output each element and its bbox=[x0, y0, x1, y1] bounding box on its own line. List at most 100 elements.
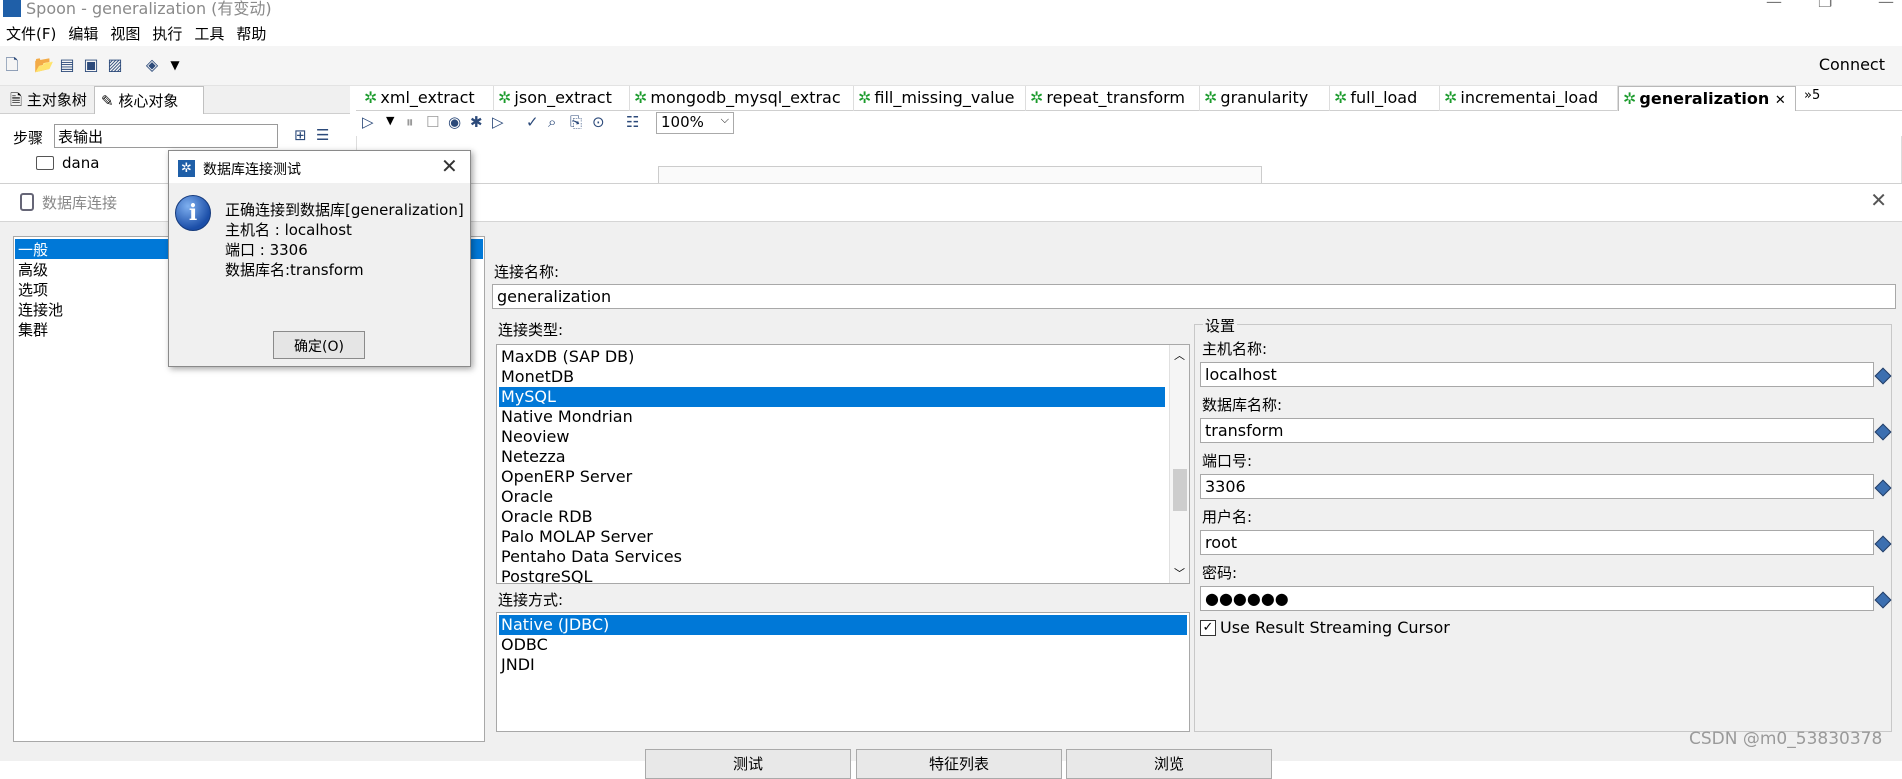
category-advanced[interactable]: 高级 bbox=[18, 259, 48, 279]
preview-icon[interactable]: ◉ bbox=[448, 113, 461, 131]
list-item[interactable]: Native Mondrian bbox=[501, 407, 633, 427]
tab-label: granularity bbox=[1220, 88, 1309, 107]
connection-type-label: 连接类型: bbox=[498, 321, 564, 339]
port-input[interactable] bbox=[1200, 474, 1874, 499]
menu-edit[interactable]: 编辑 bbox=[62, 18, 104, 44]
database-name-input[interactable] bbox=[1200, 418, 1874, 443]
explore-icon[interactable]: ▤ bbox=[58, 56, 76, 74]
list-item[interactable]: Neoview bbox=[501, 427, 569, 447]
run-dropdown-icon[interactable]: ▼ bbox=[386, 114, 394, 127]
close-icon[interactable]: ✕ bbox=[441, 154, 458, 178]
minimize-button[interactable]: — bbox=[1766, 0, 1782, 11]
list-item[interactable]: OpenERP Server bbox=[501, 467, 632, 487]
save-icon[interactable]: ▣ bbox=[82, 56, 100, 74]
list-item[interactable]: MonetDB bbox=[501, 367, 574, 387]
list-item[interactable]: Oracle bbox=[501, 487, 553, 507]
feature-list-button[interactable]: 特征列表 bbox=[856, 749, 1062, 779]
username-input[interactable] bbox=[1200, 530, 1874, 555]
database-icon bbox=[20, 193, 34, 211]
new-file-icon[interactable]: 🗋 bbox=[3, 56, 21, 74]
debug-icon[interactable]: ✱ bbox=[470, 113, 483, 131]
category-cluster[interactable]: 集群 bbox=[18, 319, 48, 339]
verify-icon[interactable]: ✓ bbox=[526, 113, 539, 131]
message-line: 数据库名:transform bbox=[225, 261, 364, 279]
category-options[interactable]: 选项 bbox=[18, 279, 48, 299]
menu-help[interactable]: 帮助 bbox=[230, 18, 272, 44]
steps-search-input[interactable] bbox=[54, 124, 278, 148]
host-input[interactable] bbox=[1200, 362, 1874, 387]
close-window-button[interactable]: — bbox=[1878, 0, 1894, 11]
test-button[interactable]: 测试 bbox=[645, 749, 851, 779]
username-label: 用户名: bbox=[1202, 508, 1253, 526]
password-input[interactable] bbox=[1200, 586, 1874, 611]
connect-button[interactable]: Connect bbox=[1819, 55, 1885, 74]
expand-tree-icon[interactable]: ⊞ bbox=[294, 126, 307, 144]
list-item[interactable]: PostgreSQL bbox=[501, 567, 592, 583]
host-label: 主机名称: bbox=[1202, 340, 1268, 358]
window-title: Spoon - generalization (有变动) bbox=[26, 0, 272, 18]
list-item[interactable]: Pentaho Data Services bbox=[501, 547, 682, 567]
tab-core-objects-label: 核心对象 bbox=[118, 92, 179, 110]
impact-icon[interactable]: ⌕ bbox=[548, 113, 556, 131]
grid-icon[interactable]: ☷ bbox=[626, 113, 639, 131]
more-tabs-button[interactable]: »5 bbox=[1804, 88, 1820, 103]
explore-db-icon[interactable]: ⊙ bbox=[592, 113, 605, 131]
zoom-select[interactable]: 100% ⌵ bbox=[656, 112, 734, 134]
tab-granularity[interactable]: ✲ granularity bbox=[1200, 86, 1330, 111]
list-item[interactable]: JNDI bbox=[501, 655, 535, 675]
pause-icon[interactable]: ⏸ bbox=[406, 113, 414, 131]
restore-button[interactable]: ❐ bbox=[1818, 0, 1832, 11]
tab-json-extract[interactable]: ✲ json_extract bbox=[494, 86, 630, 111]
menu-file[interactable]: 文件(F) bbox=[0, 18, 62, 44]
tab-repeat-transform[interactable]: ✲ repeat_transform bbox=[1026, 86, 1200, 111]
collapse-tree-icon[interactable]: ☰ bbox=[316, 126, 329, 144]
tab-incrementai-load[interactable]: ✲ incrementai_load bbox=[1440, 86, 1618, 111]
tab-mongodb-mysql-extract[interactable]: ✲ mongodb_mysql_extrac bbox=[630, 86, 854, 111]
save-as-icon[interactable]: ▨ bbox=[106, 56, 124, 74]
list-item-selected[interactable]: Native (JDBC) bbox=[499, 615, 1187, 635]
menu-run[interactable]: 执行 bbox=[146, 18, 188, 44]
stop-icon[interactable]: ☐ bbox=[426, 113, 439, 131]
tab-main-tree[interactable]: 🗎 主对象树 bbox=[4, 86, 93, 114]
tab-xml-extract[interactable]: ✲ xml_extract bbox=[360, 86, 494, 111]
explore-button[interactable]: 浏览 bbox=[1066, 749, 1272, 779]
message-line: 主机名 : localhost bbox=[225, 221, 352, 239]
run-icon[interactable]: ▷ bbox=[362, 113, 374, 131]
type-list-scrollbar[interactable]: ︿ ﹀ bbox=[1169, 345, 1189, 583]
list-item[interactable]: ODBC bbox=[501, 635, 548, 655]
close-tab-icon[interactable]: ✕ bbox=[1775, 93, 1786, 108]
dropdown-icon[interactable]: ▼ bbox=[166, 56, 184, 74]
port-label: 端口号: bbox=[1202, 452, 1253, 470]
ok-button[interactable]: 确定(O) bbox=[273, 331, 365, 359]
open-folder-icon[interactable]: 📂 bbox=[34, 56, 54, 74]
steps-label: 步骤 bbox=[13, 129, 44, 147]
tab-generalization[interactable]: ✲ generalization ✕ bbox=[1618, 86, 1796, 111]
list-item[interactable]: MaxDB (SAP DB) bbox=[501, 347, 634, 367]
sql-icon[interactable]: ⎘ bbox=[570, 113, 582, 131]
category-pooling[interactable]: 连接池 bbox=[18, 299, 63, 319]
menu-tools[interactable]: 工具 bbox=[188, 18, 230, 44]
list-item-selected[interactable]: MySQL bbox=[499, 387, 1165, 407]
layers-icon[interactable]: ◈ bbox=[143, 56, 161, 74]
transform-icon: ✲ bbox=[498, 88, 512, 107]
tab-core-objects[interactable]: ✎ 核心对象 bbox=[94, 86, 204, 114]
list-item[interactable]: Palo MOLAP Server bbox=[501, 527, 653, 547]
tab-label: full_load bbox=[1350, 88, 1418, 107]
streaming-cursor-checkbox[interactable]: ✓ bbox=[1200, 620, 1216, 636]
close-icon[interactable]: ✕ bbox=[1870, 188, 1887, 212]
replay-icon[interactable]: ▷ bbox=[492, 113, 504, 131]
transform-icon: ✲ bbox=[1623, 89, 1637, 108]
menu-view[interactable]: 视图 bbox=[104, 18, 146, 44]
connection-name-input[interactable] bbox=[492, 284, 1896, 309]
tab-full-load[interactable]: ✲ full_load bbox=[1330, 86, 1440, 111]
tab-fill-missing-value[interactable]: ✲ fill_missing_value bbox=[854, 86, 1026, 111]
main-toolbar: 🗋 📂 ▤ ▣ ▨ ◈ ▼ bbox=[0, 46, 1902, 86]
tab-label: incrementai_load bbox=[1460, 88, 1599, 107]
chevron-down-icon[interactable]: ﹀ bbox=[1174, 565, 1185, 581]
tab-label: json_extract bbox=[514, 88, 612, 107]
chevron-up-icon[interactable]: ︿ bbox=[1174, 347, 1185, 363]
list-item[interactable]: Netezza bbox=[501, 447, 566, 467]
list-item[interactable]: Oracle RDB bbox=[501, 507, 593, 527]
scrollbar-thumb[interactable] bbox=[1173, 469, 1187, 511]
tree-item-dana[interactable]: dana bbox=[62, 154, 99, 172]
